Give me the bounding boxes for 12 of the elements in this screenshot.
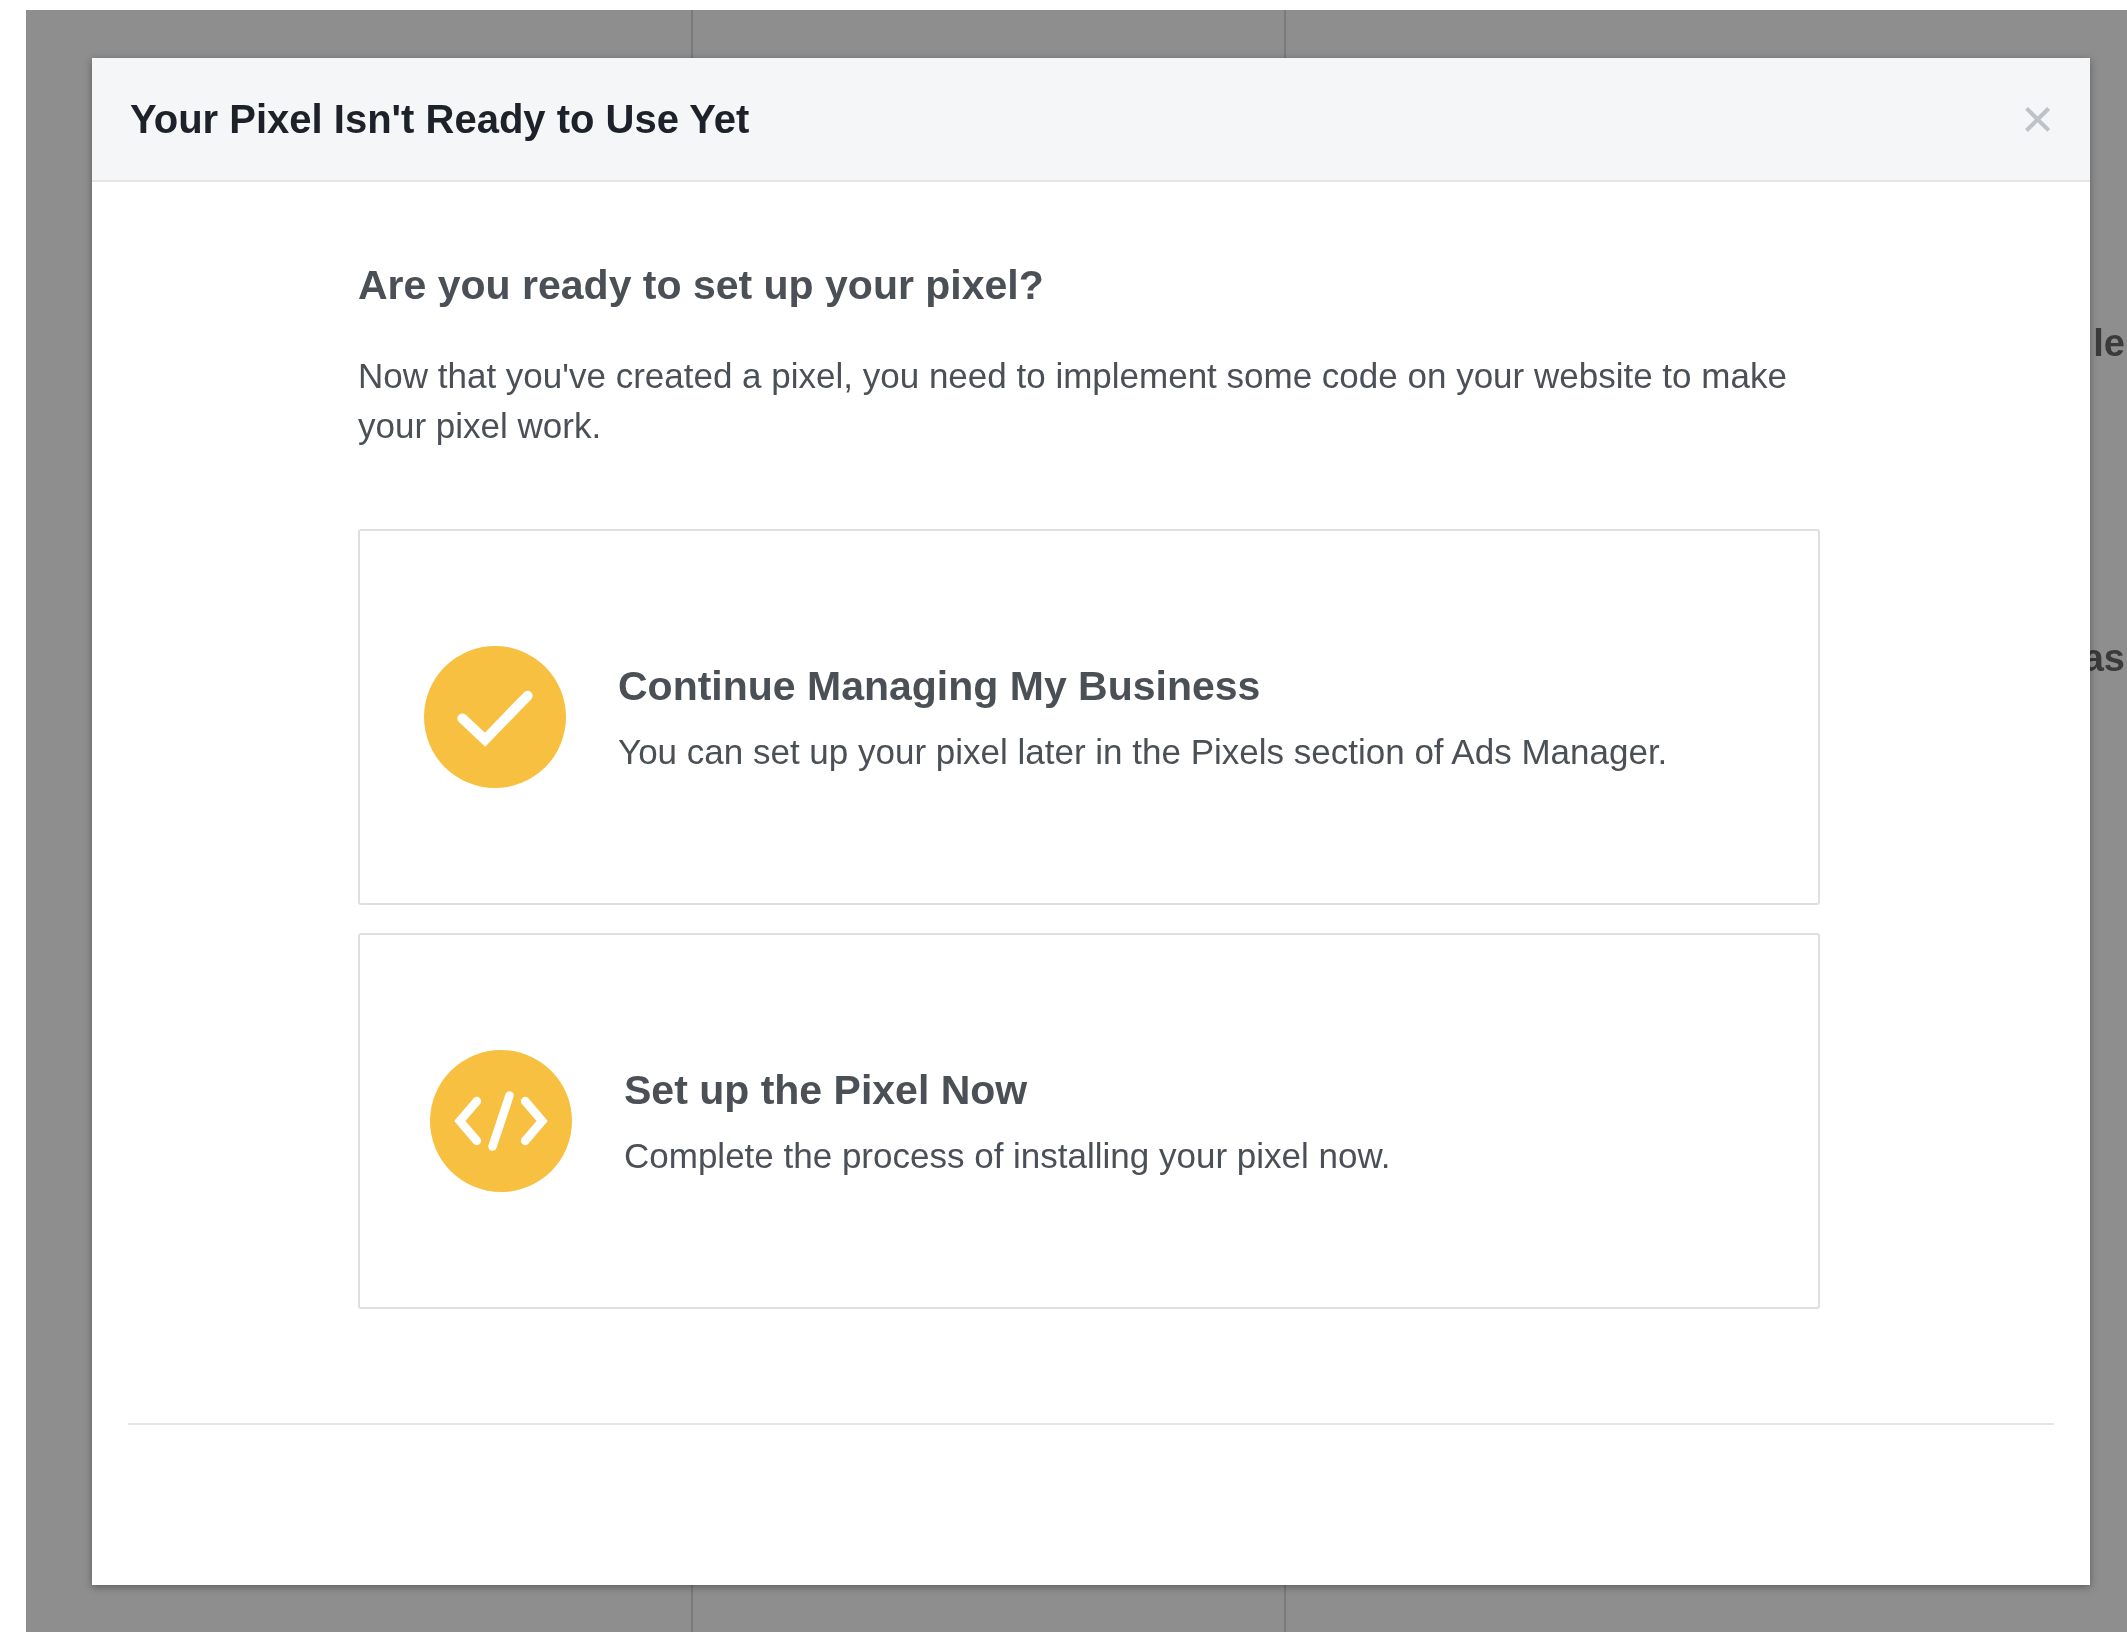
option-title: Set up the Pixel Now <box>624 1066 1029 1114</box>
background-text: le <box>2093 322 2125 365</box>
option-description: You can set up your pixel later in the Pixels section of Ads Manager. <box>618 731 1668 772</box>
option-description: Complete the process of installing your pixel now. <box>624 1135 1391 1176</box>
option-card[interactable]: Set up the Pixel Now Complete the process of installing your pixel now. <box>358 933 1820 1309</box>
question-heading: Are you ready to set up your pixel? <box>358 262 1045 309</box>
code-icon <box>430 1050 572 1192</box>
intro-text: Now that you've created a pixel, you need to implement some code on your website to make your pixel work. <box>358 355 1788 447</box>
option-card[interactable]: Continue Managing My Business You can set up your pixel later in the Pixels section of Ads Manager. <box>358 529 1820 905</box>
dialog-title: Your Pixel Isn't Ready to Use Yet <box>130 96 750 142</box>
option-title: Continue Managing My Business <box>618 662 1262 710</box>
check-icon <box>424 646 566 788</box>
